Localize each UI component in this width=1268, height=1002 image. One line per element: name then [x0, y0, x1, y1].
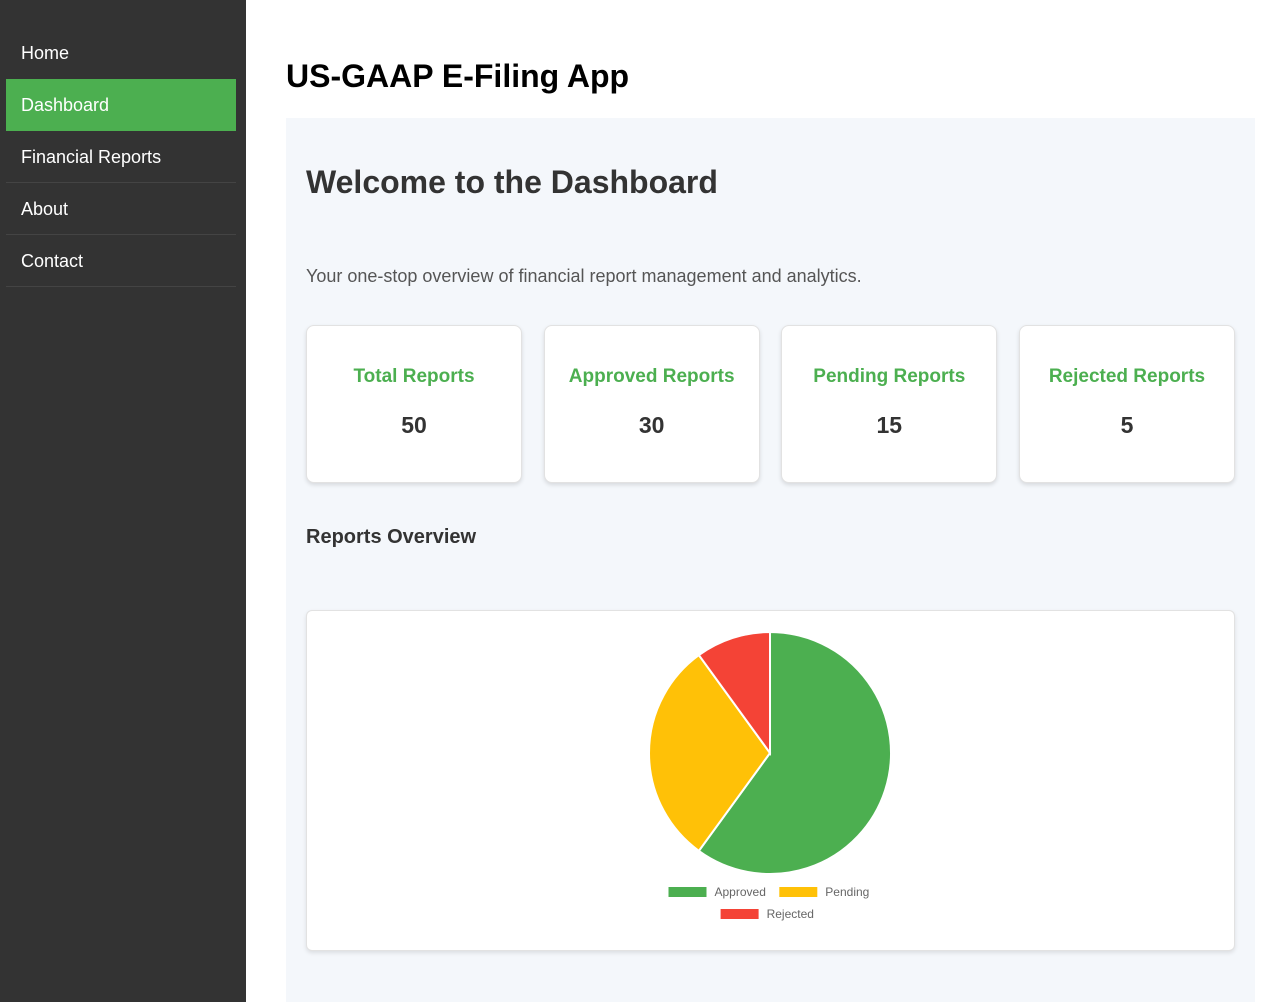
- stat-card-value: 30: [638, 412, 665, 438]
- app-title: US-GAAP E-Filing App: [286, 58, 630, 94]
- stat-card-title: Rejected Reports: [1048, 366, 1206, 387]
- stat-card-value: 15: [876, 412, 903, 438]
- stat-card-value: 5: [1120, 412, 1134, 438]
- stat-cards: Total Reports 50 Approved Reports 30 Pen…: [306, 325, 1235, 483]
- stat-card-title: Approved Reports: [568, 366, 735, 387]
- stat-card-title: Total Reports: [353, 366, 475, 387]
- legend-swatch-pending[interactable]: [779, 887, 818, 897]
- page-title: Welcome to the Dashboard: [306, 164, 718, 200]
- stat-card-rejected: Rejected Reports 5: [1018, 325, 1235, 483]
- legend-swatch-rejected[interactable]: [720, 909, 759, 919]
- sidebar-item-contact[interactable]: Contact: [6, 235, 236, 287]
- stat-card-title: Pending Reports: [813, 366, 966, 387]
- sidebar-item-home[interactable]: Home: [6, 27, 236, 79]
- intro-text: Your one-stop overview of financial repo…: [306, 266, 862, 286]
- stat-card-total: Total Reports 50: [306, 325, 522, 483]
- stat-card-pending: Pending Reports 15: [781, 325, 998, 483]
- legend-label-rejected[interactable]: Rejected: [767, 907, 814, 921]
- sidebar-item-financial-reports[interactable]: Financial Reports: [6, 131, 236, 183]
- stat-card-value: 50: [401, 412, 427, 438]
- legend-swatch-approved[interactable]: [668, 887, 707, 897]
- legend-label-approved[interactable]: Approved: [715, 885, 766, 899]
- sidebar-item-dashboard[interactable]: Dashboard: [6, 79, 236, 131]
- legend-label-pending[interactable]: Pending: [825, 885, 869, 899]
- pie-chart-svg: Approved Pending Rejected: [648, 630, 892, 921]
- reports-pie-chart: Approved Pending Rejected: [306, 610, 1235, 951]
- sidebar: Home Dashboard Financial Reports About C…: [0, 0, 246, 1002]
- dashboard-content: Welcome to the Dashboard Your one-stop o…: [286, 118, 1255, 1002]
- main-area: US-GAAP E-Filing App Welcome to the Dash…: [246, 0, 1268, 1002]
- section-title: Reports Overview: [306, 526, 477, 548]
- stat-card-approved: Approved Reports 30: [543, 325, 760, 483]
- sidebar-item-about[interactable]: About: [6, 183, 236, 235]
